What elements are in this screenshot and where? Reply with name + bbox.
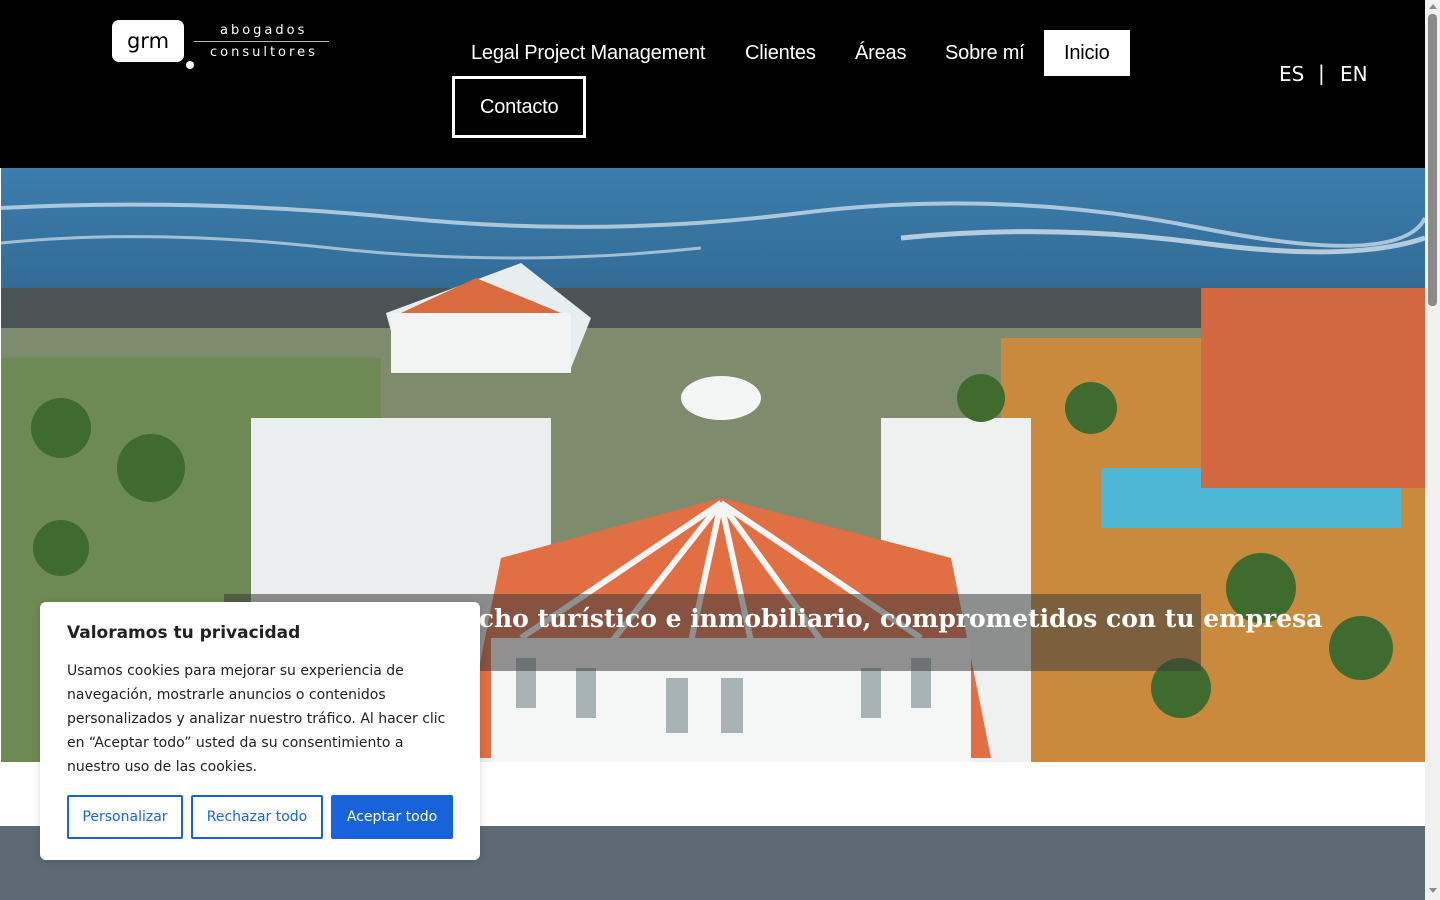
logo-text-consultores: consultores bbox=[210, 45, 318, 60]
lang-en-link[interactable]: EN bbox=[1340, 62, 1368, 86]
cookie-customize-button[interactable]: Personalizar bbox=[67, 795, 183, 839]
scroll-down-arrow-icon[interactable] bbox=[1429, 888, 1437, 893]
nav-item-contacto[interactable]: Contacto bbox=[452, 76, 587, 138]
logo-mark: grm bbox=[112, 20, 184, 62]
scroll-thumb[interactable] bbox=[1428, 14, 1437, 306]
nav-item-legal-project-management[interactable]: Legal Project Management bbox=[471, 30, 705, 76]
cookie-description: Usamos cookies para mejorar su experienc… bbox=[67, 663, 446, 775]
nav-item-sobre-mi[interactable]: Sobre mí bbox=[945, 30, 1025, 76]
logo-divider bbox=[194, 41, 329, 42]
nav-item-areas[interactable]: Áreas bbox=[855, 30, 906, 76]
cookie-title: Valoramos tu privacidad bbox=[67, 623, 301, 643]
logo-text-abogados: abogados bbox=[220, 23, 308, 38]
logo-dot bbox=[186, 61, 194, 69]
page: grm abogados consultores Legal Project M… bbox=[0, 0, 1425, 900]
lang-es-link[interactable]: ES bbox=[1279, 62, 1304, 86]
scroll-up-arrow-icon[interactable] bbox=[1429, 4, 1437, 9]
site-header: grm abogados consultores Legal Project M… bbox=[0, 0, 1425, 168]
cookie-reject-button[interactable]: Rechazar todo bbox=[191, 795, 323, 839]
page-scrollbar[interactable] bbox=[1425, 0, 1440, 900]
site-logo[interactable]: grm abogados consultores bbox=[112, 20, 332, 72]
cookie-consent-dialog: Valoramos tu privacidad Usamos cookies p… bbox=[40, 602, 480, 860]
nav-item-inicio[interactable]: Inicio bbox=[1044, 30, 1130, 76]
nav-item-clientes[interactable]: Clientes bbox=[745, 30, 816, 76]
lang-separator: | bbox=[1318, 61, 1325, 85]
cookie-accept-button[interactable]: Aceptar todo bbox=[331, 795, 453, 839]
